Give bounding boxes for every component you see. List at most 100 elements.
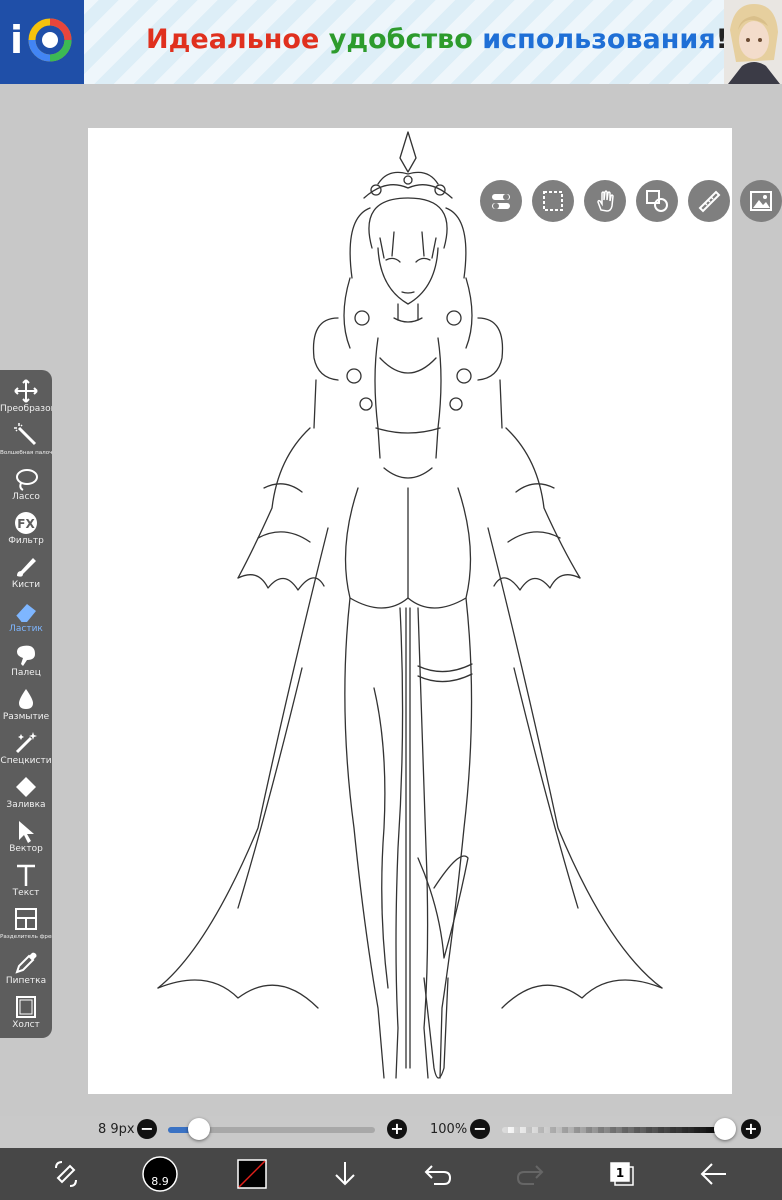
- headline-part: [319, 24, 328, 55]
- back-button[interactable]: [694, 1156, 734, 1192]
- size-minus-button[interactable]: −: [137, 1119, 157, 1139]
- move-icon: [14, 379, 38, 403]
- special-brush-icon: [15, 732, 37, 754]
- redo-button[interactable]: [510, 1156, 550, 1192]
- brush-preview-button[interactable]: 8.9: [140, 1156, 180, 1192]
- tool-label: Холст: [12, 1020, 40, 1030]
- tool-canvas[interactable]: Холст: [0, 990, 52, 1034]
- image-button[interactable]: [740, 180, 782, 222]
- tool-fx[interactable]: FX Фильтр: [0, 506, 52, 550]
- color-swatch-icon: [237, 1159, 267, 1189]
- tool-label: Спецкисти: [0, 756, 52, 766]
- tool-label: Текст: [12, 888, 40, 898]
- text-icon: [17, 864, 35, 886]
- canvas-icon: [16, 996, 36, 1018]
- swap-erase-button[interactable]: [46, 1156, 86, 1192]
- tool-magic-wand[interactable]: Волшебная палочка: [0, 418, 52, 462]
- tool-special-brush[interactable]: Спецкисти: [0, 726, 52, 770]
- ruler-icon: [698, 190, 721, 213]
- tool-move[interactable]: Преобразовать: [0, 374, 52, 418]
- toggle-button[interactable]: [480, 180, 522, 222]
- opacity-minus-button[interactable]: −: [470, 1119, 490, 1139]
- tool-label: Преобразовать: [0, 404, 52, 414]
- smudge-icon: [17, 645, 35, 666]
- tool-brush[interactable]: Кисти: [0, 550, 52, 594]
- tool-lasso[interactable]: Лассо: [0, 462, 52, 506]
- lasso-icon: [16, 469, 38, 491]
- shapes-button[interactable]: [636, 180, 678, 222]
- tool-label: Кисти: [11, 580, 41, 590]
- headline-part: удобство: [328, 24, 473, 55]
- tool-label: Заливка: [6, 800, 46, 810]
- redo-icon: [516, 1165, 544, 1185]
- tool-label: Ластик: [9, 624, 43, 634]
- ibispaint-logo: i: [0, 0, 84, 84]
- swap-erase-icon: [55, 1161, 77, 1187]
- tool-eraser[interactable]: Ластик: [0, 594, 52, 638]
- logo-letter: i: [10, 18, 24, 62]
- tool-vector[interactable]: Вектор: [0, 814, 52, 858]
- brush-size-text: 8.9: [151, 1175, 169, 1188]
- selection-icon: [543, 191, 563, 211]
- tool-label: Вектор: [9, 844, 43, 854]
- undo-button[interactable]: [418, 1156, 458, 1192]
- back-arrow-icon: [700, 1163, 726, 1185]
- brush-preview-icon: 8.9: [142, 1156, 178, 1192]
- brush-size-value: 8 9px: [98, 1122, 135, 1137]
- tool-blur[interactable]: Размытие: [0, 682, 52, 726]
- layer-count: 1: [616, 1166, 624, 1180]
- fx-icon: FX: [15, 512, 37, 534]
- selection-button[interactable]: [532, 180, 574, 222]
- layers-icon: 1: [610, 1162, 634, 1186]
- toggle-icon: [492, 194, 510, 209]
- svg-text:FX: FX: [17, 517, 35, 531]
- headline-part: Идеальное: [146, 24, 320, 55]
- tool-eyedropper[interactable]: Пипетка: [0, 946, 52, 990]
- headline-part: [473, 24, 482, 55]
- size-slider-knob[interactable]: [188, 1118, 210, 1140]
- undo-icon: [424, 1165, 452, 1185]
- tool-text[interactable]: Текст: [0, 858, 52, 902]
- workspace[interactable]: Преобразовать Волшебная палочка Лассо FX Фил…: [0, 84, 782, 1116]
- ad-banner[interactable]: i Идеальное удобство использования!: [0, 0, 782, 84]
- layers-button[interactable]: 1: [602, 1156, 642, 1192]
- opacity-value: 100%: [430, 1122, 468, 1137]
- tool-label: Размытие: [2, 712, 50, 722]
- eyedropper-icon: [15, 952, 37, 974]
- blur-icon: [19, 689, 33, 709]
- hand-button[interactable]: [584, 180, 626, 222]
- size-plus-button[interactable]: +: [387, 1119, 407, 1139]
- image-icon: [750, 191, 772, 211]
- vector-icon: [19, 821, 34, 843]
- eraser-icon: [15, 604, 36, 623]
- drawing-canvas[interactable]: [88, 128, 732, 1094]
- opacity-plus-button[interactable]: +: [741, 1119, 761, 1139]
- bottom-toolbar: 8.9 1: [0, 1148, 782, 1200]
- tool-label: Пипетка: [5, 976, 47, 986]
- tool-label: Фильтр: [8, 536, 44, 546]
- download-button[interactable]: [325, 1156, 365, 1192]
- magic-wand-icon: [14, 423, 37, 446]
- tool-frame-divider[interactable]: Разделитель фреймов: [0, 902, 52, 946]
- shapes-icon: [646, 190, 668, 212]
- banner-headline: Идеальное удобство использования!: [146, 24, 728, 55]
- tool-label: Палец: [11, 668, 41, 678]
- brush-icon: [17, 558, 36, 577]
- slider-bar: 8 9px − + 100% − +: [0, 1116, 782, 1144]
- fill-icon: [16, 777, 36, 797]
- download-icon: [335, 1162, 355, 1186]
- frame-divider-icon: [15, 908, 37, 930]
- tool-label: Волшебная палочка: [0, 450, 52, 456]
- opacity-slider[interactable]: [502, 1127, 728, 1133]
- tool-fill[interactable]: Заливка: [0, 770, 52, 814]
- hand-icon: [597, 190, 614, 212]
- tool-label: Разделитель фреймов: [0, 934, 52, 940]
- opacity-slider-knob[interactable]: [714, 1118, 736, 1140]
- left-toolbar: Преобразовать Волшебная палочка Лассо FX Фил…: [0, 370, 52, 1038]
- ruler-button[interactable]: [688, 180, 730, 222]
- avatar: [724, 0, 782, 84]
- headline-part: использования: [482, 24, 716, 55]
- color-wheel-icon: [28, 18, 72, 62]
- tool-smudge[interactable]: Палец: [0, 638, 52, 682]
- color-swatch-button[interactable]: [232, 1156, 272, 1192]
